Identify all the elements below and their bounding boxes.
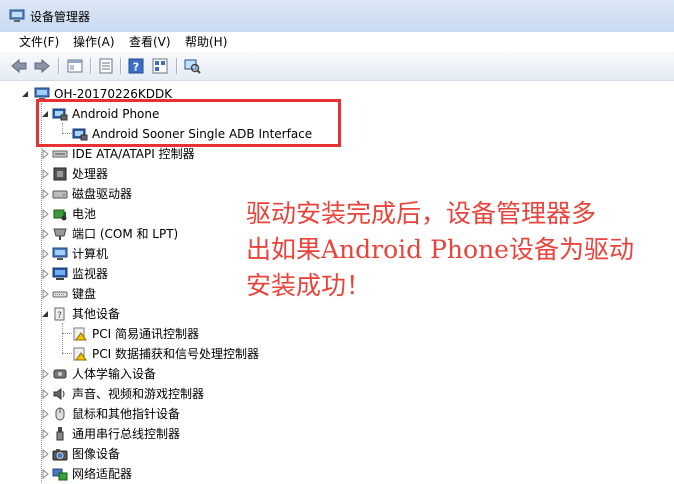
hid-icon: [53, 369, 67, 379]
unknown-device-icon: ?: [54, 307, 65, 321]
tree-item-label: 声音、视频和游戏控制器: [72, 387, 205, 401]
toolbar-separator: [120, 58, 121, 74]
tree-item-label: 端口 (COM 和 LPT): [72, 227, 179, 241]
collapsed-arrow-icon[interactable]: [40, 249, 50, 259]
list-view-icon[interactable]: [151, 57, 169, 75]
tree-item-label: 电池: [72, 207, 97, 221]
tree-item-label: 磁盘驱动器: [72, 187, 133, 201]
menu-help[interactable]: 帮助(H): [185, 34, 227, 50]
toolbar-separator: [90, 58, 91, 74]
processor-icon: [53, 167, 67, 181]
annotation-line-3: 安装成功！: [246, 271, 372, 300]
port-icon: [53, 228, 67, 240]
battery-icon: [53, 209, 67, 221]
collapsed-arrow-icon[interactable]: [40, 289, 50, 299]
camera-icon: [52, 449, 68, 461]
usb-icon: [56, 427, 64, 441]
svg-text:?: ?: [133, 61, 139, 74]
properties-icon[interactable]: [97, 57, 115, 75]
collapsed-arrow-icon[interactable]: [40, 369, 50, 379]
menu-action[interactable]: 操作(A): [73, 34, 115, 50]
annotation-line-1: 驱动安装完成后，设备管理器多: [246, 199, 597, 228]
collapsed-arrow-icon[interactable]: [40, 229, 50, 239]
tree-line: [62, 333, 72, 334]
annotation-text: 驱动安装完成后，设备管理器多 出如果Android Phone设备为驱动 安装成…: [246, 196, 666, 304]
unknown-device-warning-icon: [73, 347, 87, 361]
tree-line: [62, 323, 63, 353]
annotation-line-2: 出如果Android Phone设备为驱动: [246, 235, 634, 264]
tree-item-label: 监视器: [72, 267, 109, 281]
computer-icon: [52, 247, 68, 260]
menu-view[interactable]: 查看(V): [129, 34, 171, 50]
collapsed-arrow-icon[interactable]: [40, 149, 50, 159]
monitor-icon: [52, 267, 68, 280]
ide-controller-icon: [52, 150, 68, 158]
tree-item-label: 通用串行总线控制器: [72, 427, 181, 441]
tree-item-label: 键盘: [72, 287, 97, 301]
tree-item-label: 图像设备: [72, 447, 121, 461]
mouse-icon: [55, 407, 65, 421]
tree-item-label: 计算机: [72, 247, 109, 261]
title-bar: 设备管理器: [0, 0, 674, 32]
toolbar: ?: [0, 52, 674, 81]
menu-bar: 文件(F) 操作(A) 查看(V) 帮助(H): [0, 32, 674, 52]
collapsed-arrow-icon[interactable]: [40, 269, 50, 279]
collapsed-arrow-icon[interactable]: [40, 409, 50, 419]
speaker-icon: [53, 388, 65, 400]
disk-drive-icon: [52, 190, 68, 199]
tree-line: [62, 353, 72, 354]
keyboard-icon: [52, 291, 68, 298]
network-adapter-icon: [52, 468, 68, 481]
tree-item-label: 其他设备: [72, 307, 121, 321]
svg-text:?: ?: [57, 311, 62, 321]
collapsed-arrow-icon[interactable]: [40, 189, 50, 199]
back-arrow-icon[interactable]: [10, 57, 28, 75]
window-title: 设备管理器: [30, 10, 91, 24]
collapsed-arrow-icon[interactable]: [40, 469, 50, 479]
tree-item-label: 处理器: [72, 167, 109, 181]
highlight-box: [36, 99, 341, 147]
tree-item-label: PCI 数据捕获和信号处理控制器: [92, 347, 259, 361]
collapsed-arrow-icon[interactable]: [40, 389, 50, 399]
tree-item-label: 网络适配器: [72, 467, 133, 481]
tree-item-label: PCI 简易通讯控制器: [92, 327, 199, 341]
collapsed-arrow-icon[interactable]: [40, 449, 50, 459]
tree-item-label: IDE ATA/ATAPI 控制器: [72, 147, 195, 161]
collapsed-arrow-icon[interactable]: [40, 169, 50, 179]
toolbar-separator: [58, 58, 59, 74]
help-icon[interactable]: ?: [127, 57, 145, 75]
expanded-arrow-icon[interactable]: [40, 309, 50, 319]
device-manager-icon: [9, 9, 25, 22]
tree-item-label: 人体学输入设备: [72, 367, 157, 381]
scan-hardware-icon[interactable]: [183, 57, 201, 75]
expanded-arrow-icon[interactable]: [20, 89, 30, 99]
collapsed-arrow-icon[interactable]: [40, 429, 50, 439]
tree-item-label: 鼠标和其他指针设备: [72, 407, 181, 421]
toolbar-separator: [176, 58, 177, 74]
menu-file[interactable]: 文件(F): [19, 34, 59, 50]
collapsed-arrow-icon[interactable]: [40, 209, 50, 219]
show-hide-tree-icon[interactable]: [66, 57, 84, 75]
unknown-device-warning-icon: [73, 327, 87, 341]
forward-arrow-icon[interactable]: [33, 57, 51, 75]
